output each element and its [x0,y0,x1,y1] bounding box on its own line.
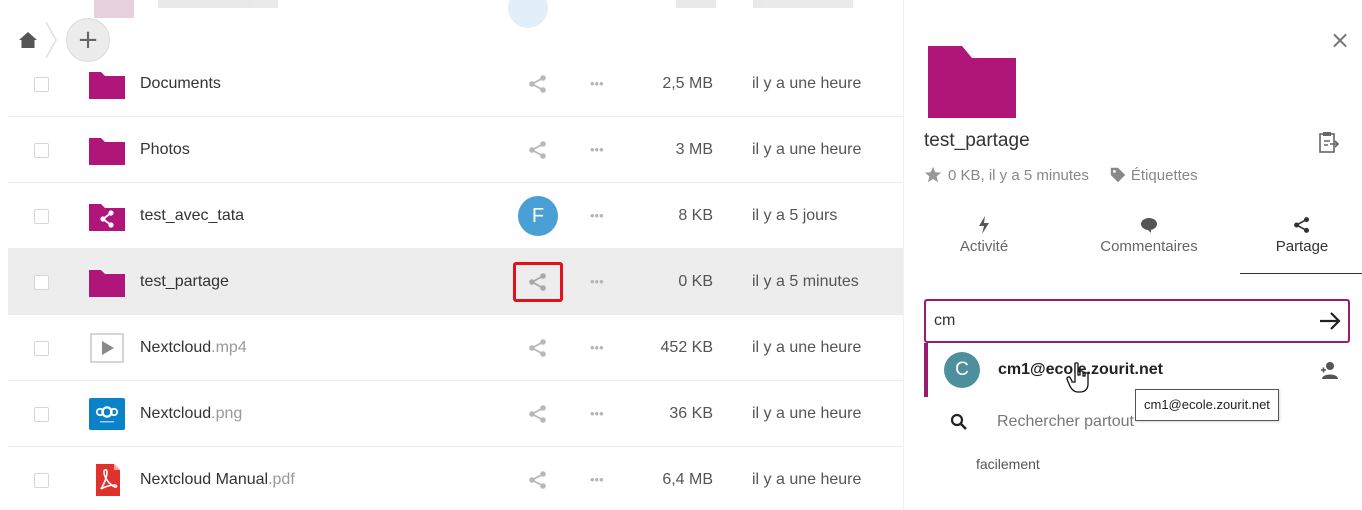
avatar: F [518,196,558,236]
file-name[interactable]: test_partage [140,249,229,315]
search-everywhere-label: Rechercher partout [997,413,1134,430]
video-icon [90,333,124,363]
comment-icon [1140,214,1158,236]
file-size: 0 KB [678,273,713,290]
row-checkbox[interactable] [34,77,49,92]
file-rows: Documents ••• 2,5 MB il y a une heure Ph… [8,51,903,510]
more-actions-button[interactable]: ••• [590,447,604,510]
user-icon [1321,362,1338,379]
row-checkbox[interactable] [34,209,49,224]
close-icon[interactable]: × [1328,28,1352,52]
file-date: il y a 5 minutes [752,273,859,290]
share-icon [529,405,546,423]
size-and-date: 0 KB, il y a 5 minutes [948,166,1089,184]
file-name[interactable]: Photos [140,117,190,183]
file-size: 3 MB [675,141,713,158]
file-list: + Documents ••• 2,5 MB il y a une heure … [8,0,903,510]
more-actions-button[interactable]: ••• [590,249,604,315]
file-row-nextcloud-manual-pdf[interactable]: Nextcloud Manual.pdf ••• 6,4 MB il y a u… [8,447,903,510]
file-name[interactable]: Nextcloud Manual.pdf [140,447,295,510]
sidebar-tabs: Activité Commentaires Partage [924,214,1362,274]
file-size: 8 KB [678,207,713,224]
row-checkbox[interactable] [34,407,49,422]
lightning-icon [977,214,991,236]
file-date: il y a une heure [752,405,862,422]
file-name[interactable]: test_avec_tata [140,183,244,249]
share-icon [529,141,546,159]
file-date: il y a une heure [752,471,862,488]
row-checkbox[interactable] [34,341,49,356]
sidebar-meta: 0 KB, il y a 5 minutes Étiquettes [924,166,1198,184]
share-button[interactable] [513,394,563,434]
shared-folder-icon [89,204,125,231]
nextcloud-image-icon [89,398,125,430]
sidebar-title: test_partage [924,130,1030,151]
share-button[interactable] [513,64,563,104]
file-size: 452 KB [660,339,713,356]
arrow-right-icon[interactable] [1318,310,1342,332]
search-icon [950,413,967,430]
share-button[interactable] [513,328,563,368]
copy-link-icon[interactable] [1318,130,1340,154]
file-size: 2,5 MB [662,75,713,92]
file-row-nextcloud-png[interactable]: Nextcloud.png ••• 36 KB il y a une heure [8,381,903,447]
email-tooltip: cm1@ecole.zourit.net [1135,389,1279,421]
tab-commentaires[interactable]: Commentaires [1074,214,1224,274]
file-name[interactable]: Nextcloud.png [140,381,242,447]
tags-button[interactable]: Étiquettes [1109,166,1198,184]
file-name[interactable]: Nextcloud.mp4 [140,315,247,381]
hint-text: facilement [976,456,1040,472]
folder-icon [89,138,125,165]
hand-cursor-icon [1066,362,1089,393]
file-row-documents[interactable]: Documents ••• 2,5 MB il y a une heure [8,51,903,117]
share-search-field [924,299,1350,343]
star-icon[interactable] [924,166,942,184]
folder-icon [928,46,1016,118]
more-actions-button[interactable]: ••• [590,315,604,381]
row-checkbox[interactable] [34,275,49,290]
file-date: il y a une heure [752,141,862,158]
row-checkbox[interactable] [34,473,49,488]
share-button[interactable] [513,460,563,500]
tab-partage[interactable]: Partage [1240,214,1362,274]
home-icon[interactable] [16,28,40,52]
folder-icon [89,270,125,297]
file-name[interactable]: Documents [140,51,221,117]
file-date: il y a une heure [752,75,862,92]
more-actions-button[interactable]: ••• [590,183,604,249]
avatar: C [944,352,980,388]
file-row-photos[interactable]: Photos ••• 3 MB il y a une heure [8,117,903,183]
file-size: 36 KB [669,405,713,422]
tags-label: Étiquettes [1130,166,1198,184]
more-actions-button[interactable]: ••• [590,51,604,117]
tab-activite[interactable]: Activité [924,214,1044,274]
pdf-icon [96,464,120,496]
file-row-test-partage[interactable]: test_partage ••• 0 KB il y a 5 minutes [8,249,903,315]
file-size: 6,4 MB [662,471,713,488]
shared-with-avatar[interactable]: F [513,196,563,236]
details-sidebar: × test_partage 0 KB, il y a 5 minutes Ét… [903,0,1362,510]
more-actions-button[interactable]: ••• [590,381,604,447]
share-icon [529,75,546,93]
file-date: il y a 5 jours [752,207,838,224]
share-icon [529,273,546,291]
more-actions-button[interactable]: ••• [590,117,604,183]
share-search-input[interactable] [934,301,1304,341]
tag-icon [1110,167,1126,183]
share-icon [1293,214,1311,236]
share-icon [529,471,546,489]
share-button-highlighted[interactable] [513,262,563,302]
file-date: il y a une heure [752,339,862,356]
share-icon [529,339,546,357]
scrolled-row-ghost [8,0,903,28]
file-row-nextcloud-mp4[interactable]: Nextcloud.mp4 ••• 452 KB il y a une heur… [8,315,903,381]
folder-icon [89,72,125,99]
file-row-test-avec-tata[interactable]: test_avec_tata F ••• 8 KB il y a 5 jours [8,183,903,249]
share-button[interactable] [513,130,563,170]
row-checkbox[interactable] [34,143,49,158]
